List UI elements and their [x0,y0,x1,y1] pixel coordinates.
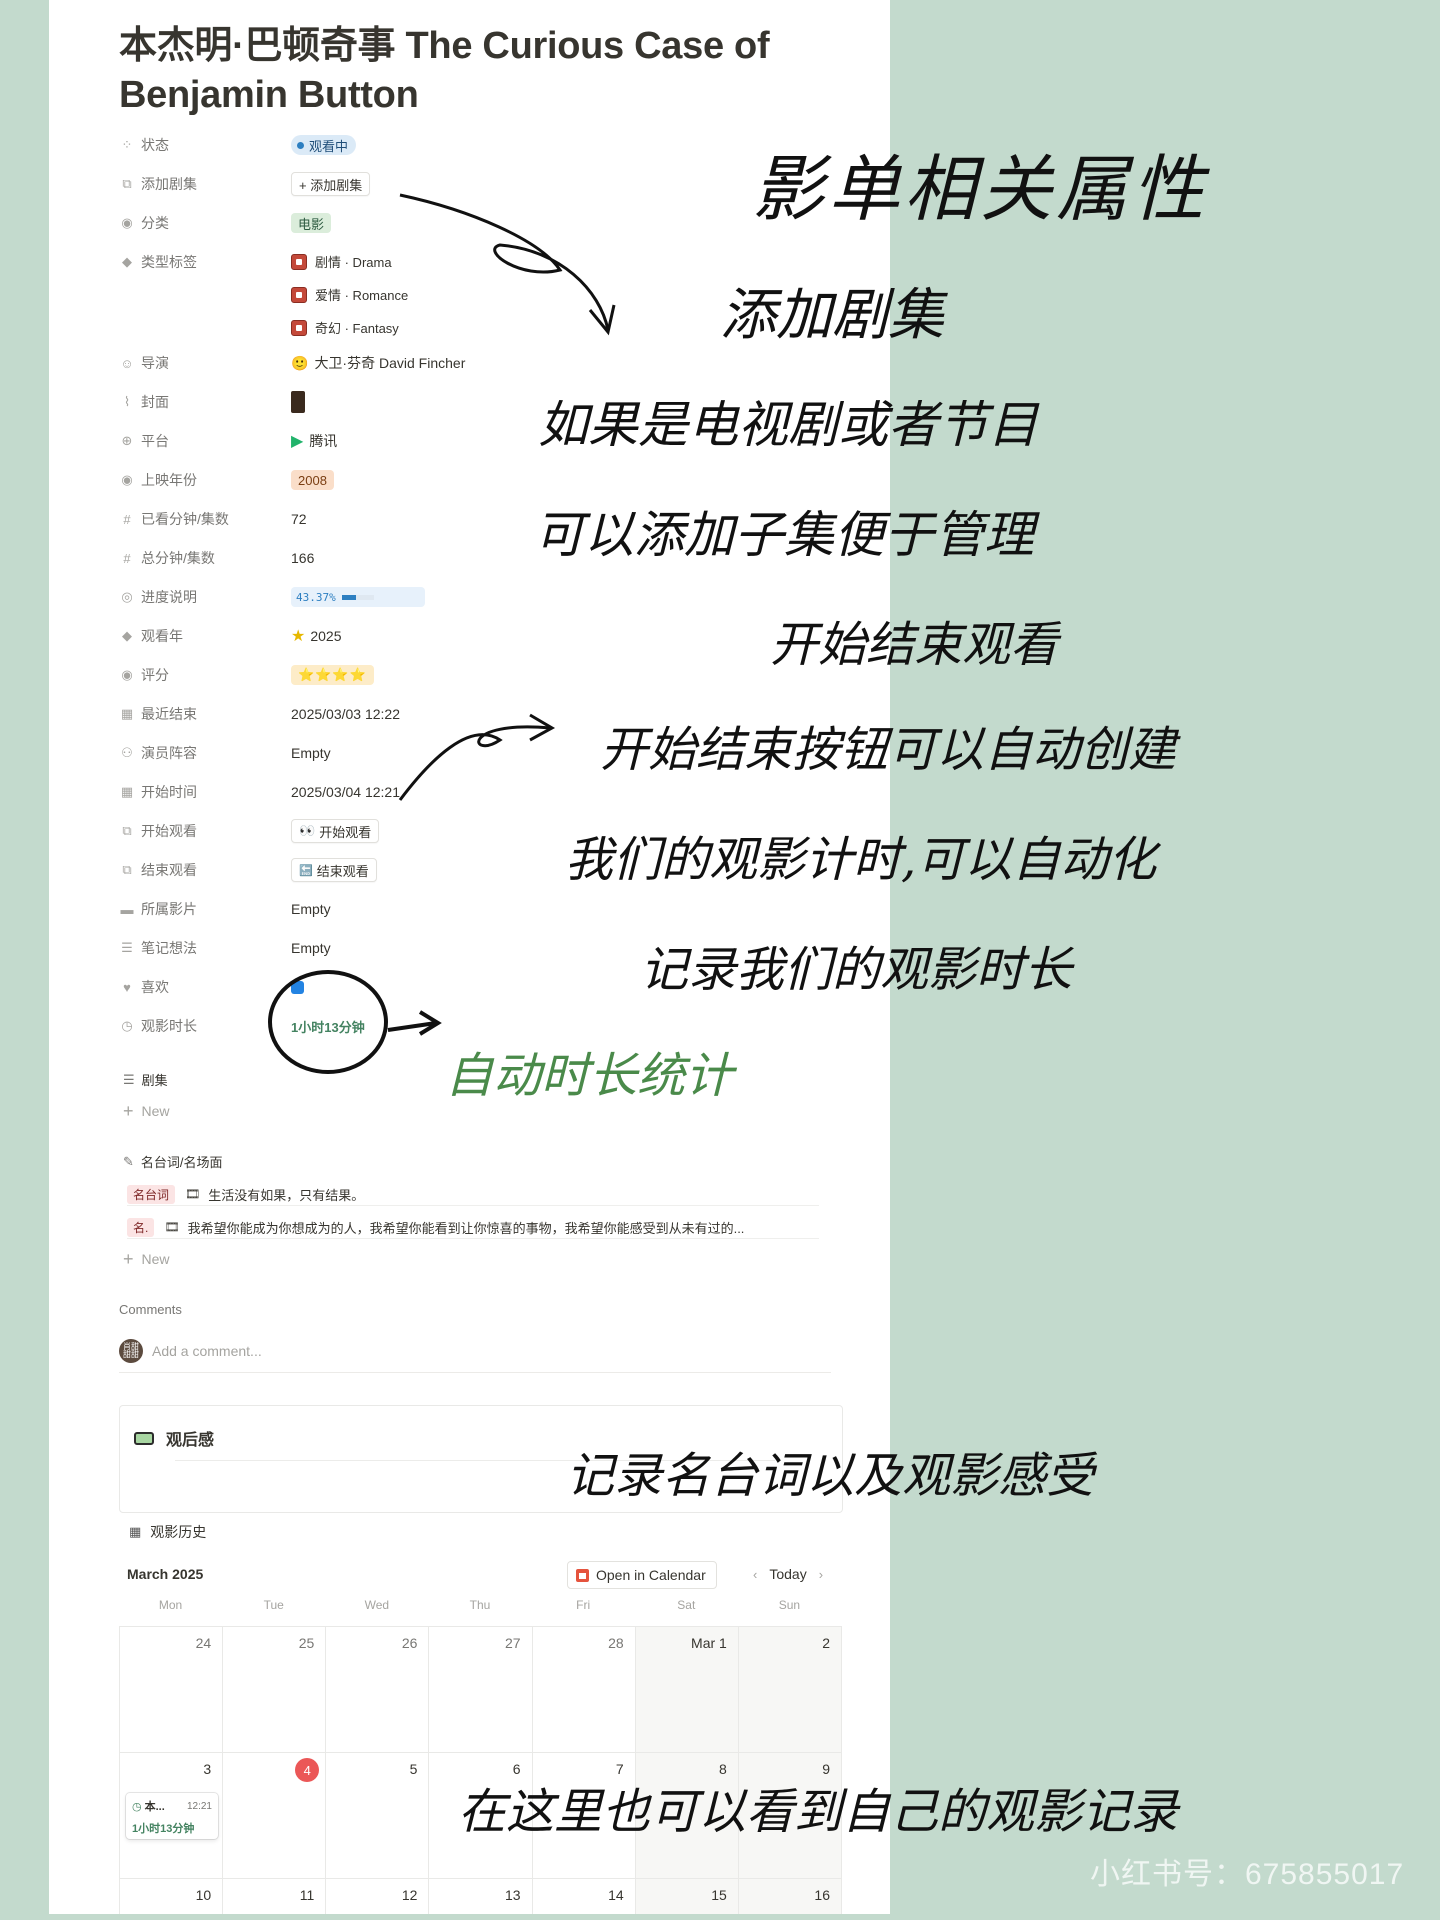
arrow-stroke [399,193,610,331]
arrow-stroke [398,725,551,801]
circle-annotation [268,970,388,1074]
watermark: 小红书号：675855017 [1090,1858,1405,1891]
annotation-strokes [268,193,616,1074]
